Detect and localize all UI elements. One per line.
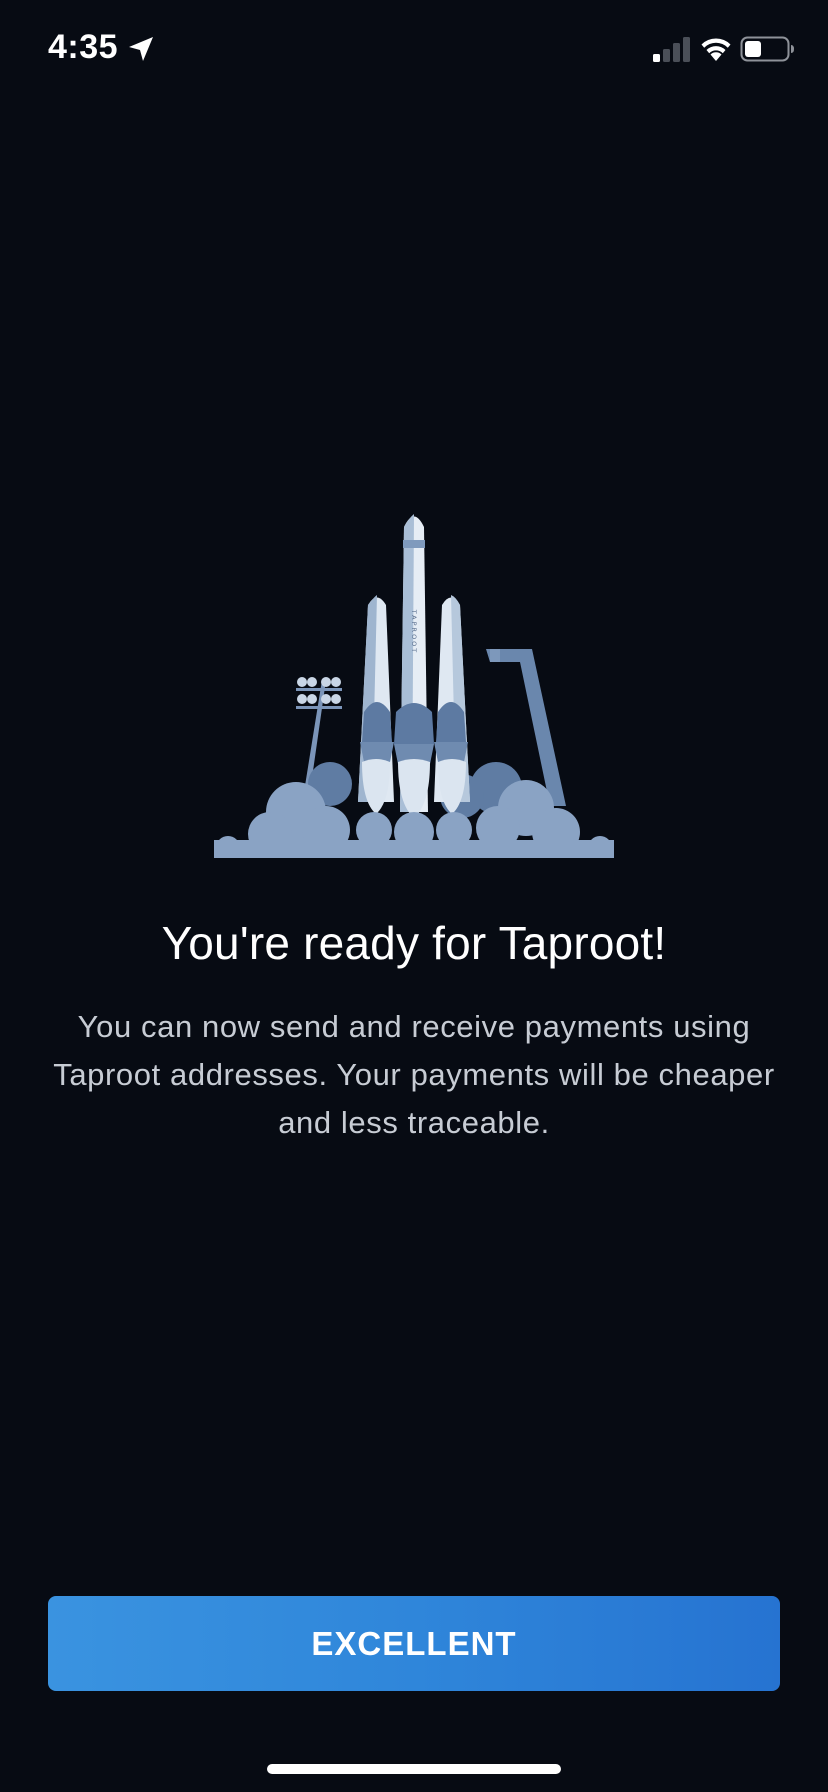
status-time: 4:35: [48, 28, 119, 66]
excellent-button[interactable]: EXCELLENT: [48, 1596, 780, 1691]
home-indicator[interactable]: [267, 1764, 561, 1774]
status-bar: 4:35: [0, 0, 828, 100]
exhaust-flames: [362, 759, 466, 818]
rocket-launch-illustration: TAPROOT: [214, 514, 614, 858]
wifi-icon: [701, 38, 731, 61]
description-text: You can now send and receive payments us…: [53, 1009, 775, 1140]
location-arrow-icon: [129, 37, 153, 61]
rocket-label: TAPROOT: [410, 609, 418, 655]
page-title: You're ready for Taproot!: [161, 917, 667, 969]
cellular-signal-icon: [653, 37, 690, 62]
battery-icon: [740, 36, 794, 62]
